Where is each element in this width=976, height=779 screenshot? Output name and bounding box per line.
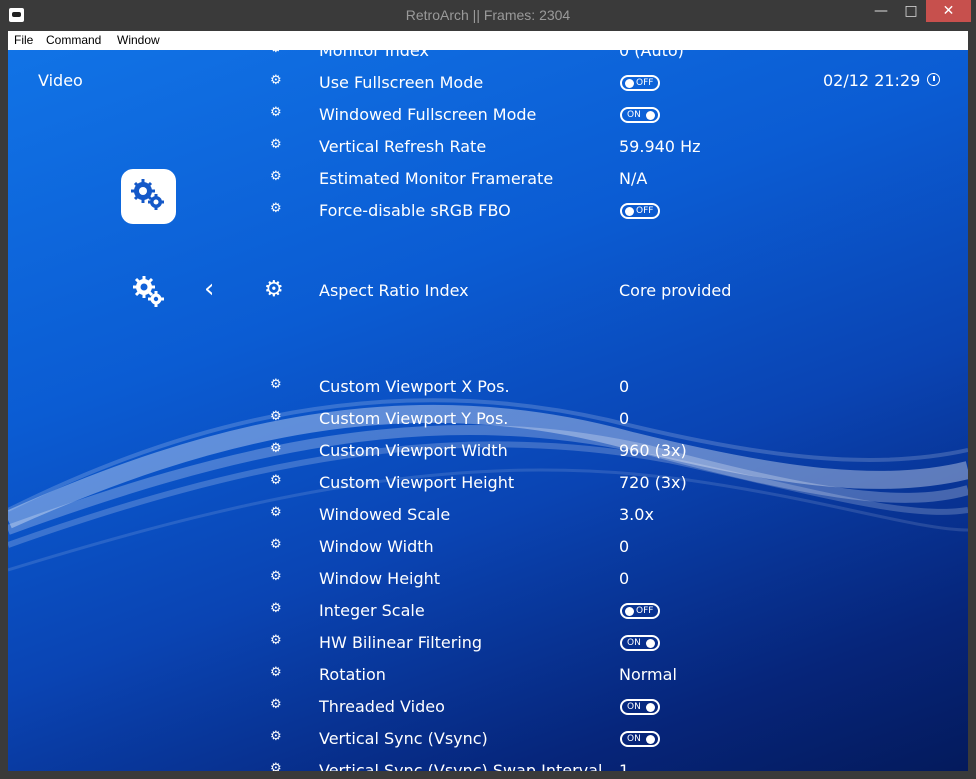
- setting-value[interactable]: Normal: [619, 665, 677, 684]
- settings-tile[interactable]: [121, 169, 176, 224]
- gear-icon: ⚙: [270, 377, 282, 392]
- toggle-on-switch[interactable]: ON: [620, 699, 660, 715]
- gear-icon: ⚙: [270, 50, 282, 56]
- gear-icon: ⚙: [270, 729, 282, 744]
- setting-value[interactable]: N/A: [619, 169, 647, 188]
- setting-label[interactable]: Vertical Sync (Vsync) Swap Interval: [319, 761, 602, 771]
- menu-file[interactable]: File: [14, 33, 33, 47]
- gear-icon: ⚙: [270, 201, 282, 216]
- setting-label[interactable]: HW Bilinear Filtering: [319, 633, 482, 652]
- toggle-knob: [646, 703, 655, 712]
- title-bar: RetroArch || Frames: 2304 — □ ✕: [0, 0, 976, 31]
- toggle-state-label: OFF: [636, 606, 654, 616]
- setting-value[interactable]: 0: [619, 537, 629, 556]
- setting-label[interactable]: Custom Viewport Height: [319, 473, 514, 492]
- menu-title: Video: [38, 71, 83, 90]
- setting-label[interactable]: Custom Viewport Width: [319, 441, 508, 460]
- setting-label[interactable]: Window Width: [319, 537, 434, 556]
- gear-icon: ⚙: [270, 633, 282, 648]
- setting-value[interactable]: 960 (3x): [619, 441, 687, 460]
- toggle-knob: [625, 607, 634, 616]
- toggle-state-label: OFF: [636, 78, 654, 88]
- gear-icon: ⚙: [270, 665, 282, 680]
- gear-icon: ⚙: [264, 277, 284, 302]
- minimize-button[interactable]: —: [866, 0, 896, 22]
- setting-label[interactable]: Use Fullscreen Mode: [319, 73, 483, 92]
- setting-label[interactable]: Vertical Sync (Vsync): [319, 729, 488, 748]
- clock-text: 02/12 21:29: [823, 71, 921, 90]
- setting-value[interactable]: 0: [619, 377, 629, 396]
- toggle-knob: [646, 735, 655, 744]
- toggle-state-label: ON: [627, 110, 641, 120]
- setting-label[interactable]: Threaded Video: [319, 697, 445, 716]
- maximize-button[interactable]: □: [896, 0, 926, 22]
- setting-value[interactable]: 59.940 Hz: [619, 137, 701, 156]
- toggle-knob: [646, 111, 655, 120]
- close-button[interactable]: ✕: [926, 0, 971, 22]
- toggle-state-label: OFF: [636, 206, 654, 216]
- setting-label[interactable]: Windowed Scale: [319, 505, 450, 524]
- xmb-menu: Video 02/12 21:29 ‹ Monitor Index 0 (Aut…: [8, 50, 968, 771]
- chevron-left-icon[interactable]: ‹: [204, 274, 214, 304]
- setting-label[interactable]: Monitor Index: [319, 50, 429, 60]
- setting-label[interactable]: Estimated Monitor Framerate: [319, 169, 553, 188]
- toggle-state-label: ON: [627, 734, 641, 744]
- gear-icon: ⚙: [270, 441, 282, 456]
- setting-label[interactable]: Window Height: [319, 569, 440, 588]
- gear-icon: ⚙: [270, 569, 282, 584]
- gear-icon: ⚙: [270, 473, 282, 488]
- window-frame-right: [968, 31, 976, 779]
- gear-icon: ⚙: [270, 761, 282, 771]
- gear-icon: ⚙: [270, 697, 282, 712]
- toggle-on-switch[interactable]: ON: [620, 731, 660, 747]
- toggle-knob: [625, 207, 634, 216]
- setting-label[interactable]: Rotation: [319, 665, 386, 684]
- setting-value[interactable]: 0: [619, 409, 629, 428]
- setting-label[interactable]: Custom Viewport X Pos.: [319, 377, 510, 396]
- settings-gears-icon: [131, 179, 164, 210]
- gear-icon: ⚙: [270, 73, 282, 88]
- setting-label[interactable]: Integer Scale: [319, 601, 425, 620]
- gear-icon: ⚙: [270, 505, 282, 520]
- setting-label[interactable]: Force-disable sRGB FBO: [319, 201, 511, 220]
- menu-bar: File Command Window: [8, 31, 968, 50]
- toggle-knob: [646, 639, 655, 648]
- gear-icon: ⚙: [270, 137, 282, 152]
- toggle-off-switch[interactable]: OFF: [620, 203, 660, 219]
- toggle-state-label: ON: [627, 638, 641, 648]
- window-frame-left: [0, 31, 8, 779]
- setting-value[interactable]: 0 (Auto): [619, 50, 684, 60]
- gear-icon: ⚙: [270, 409, 282, 424]
- clock-icon: [927, 73, 940, 86]
- setting-value[interactable]: 1: [619, 761, 629, 771]
- toggle-knob: [625, 79, 634, 88]
- toggle-off-switch[interactable]: OFF: [620, 75, 660, 91]
- gear-icon: ⚙: [270, 537, 282, 552]
- window-title: RetroArch || Frames: 2304: [405, 7, 571, 23]
- setting-label[interactable]: Windowed Fullscreen Mode: [319, 105, 536, 124]
- setting-label[interactable]: Custom Viewport Y Pos.: [319, 409, 508, 428]
- setting-value[interactable]: 0: [619, 569, 629, 588]
- setting-value[interactable]: 720 (3x): [619, 473, 687, 492]
- menu-window[interactable]: Window: [117, 33, 160, 47]
- gear-icon: ⚙: [270, 105, 282, 120]
- gear-icon: ⚙: [270, 601, 282, 616]
- menu-command[interactable]: Command: [46, 33, 101, 47]
- window-frame-bottom: [0, 771, 976, 779]
- setting-label[interactable]: Vertical Refresh Rate: [319, 137, 486, 156]
- setting-value[interactable]: Core provided: [619, 281, 731, 300]
- setting-label[interactable]: Aspect Ratio Index: [319, 281, 469, 300]
- toggle-on-switch[interactable]: ON: [620, 107, 660, 123]
- toggle-on-switch[interactable]: ON: [620, 635, 660, 651]
- toggle-off-switch[interactable]: OFF: [620, 603, 660, 619]
- setting-value[interactable]: 3.0x: [619, 505, 654, 524]
- settings-gears-icon: [129, 272, 169, 312]
- gear-icon: ⚙: [270, 169, 282, 184]
- toggle-state-label: ON: [627, 702, 641, 712]
